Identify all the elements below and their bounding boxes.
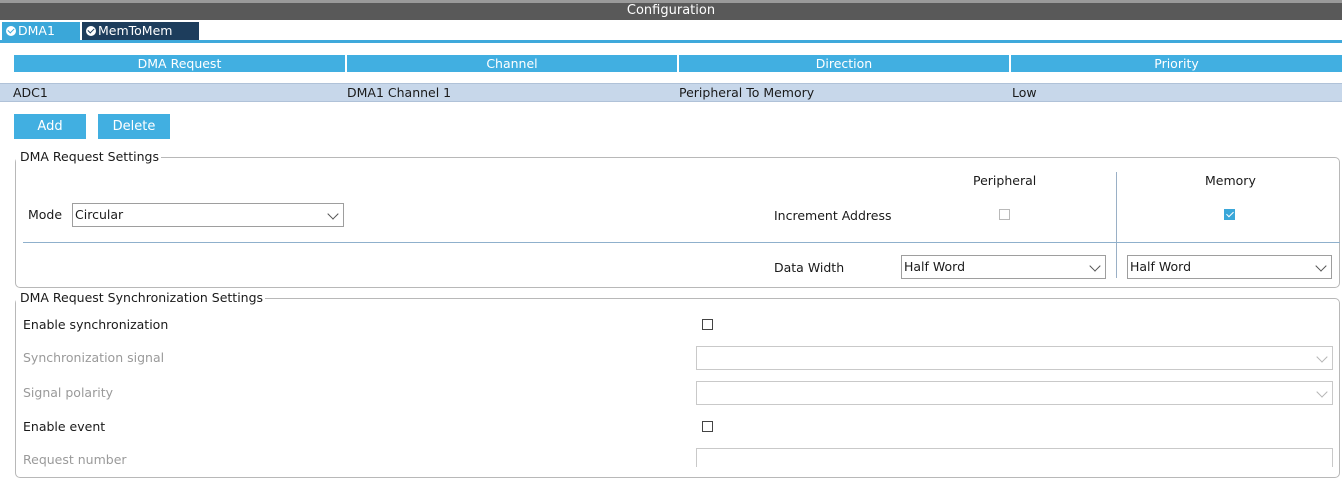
peripheral-data-width-select[interactable]: Half Word <box>901 255 1106 279</box>
enable-event-checkbox[interactable] <box>702 421 713 432</box>
memory-column-label: Memory <box>1205 173 1256 188</box>
check-circle-icon <box>86 26 96 36</box>
chevron-down-icon <box>1315 260 1327 272</box>
signal-polarity-select[interactable] <box>696 381 1333 405</box>
chevron-down-icon <box>327 208 339 220</box>
column-header-channel[interactable]: Channel <box>347 55 677 72</box>
mode-label: Mode <box>28 207 63 222</box>
tab-underline <box>0 40 1342 43</box>
request-settings-legend: DMA Request Settings <box>16 150 161 164</box>
peripheral-column-label: Peripheral <box>973 173 1037 188</box>
sync-settings-legend: DMA Request Synchronization Settings <box>16 291 266 305</box>
column-header-label: Priority <box>1154 56 1199 71</box>
column-header-label: DMA Request <box>137 56 222 71</box>
signal-polarity-label: Signal polarity <box>23 385 113 400</box>
cell-channel: DMA1 Channel 1 <box>347 85 452 100</box>
settings-divider <box>23 242 1340 243</box>
chevron-down-icon <box>1316 386 1328 398</box>
column-header-dma-request[interactable]: DMA Request <box>14 55 345 72</box>
peripheral-data-width-value: Half Word <box>904 259 966 274</box>
memory-increment-checkbox[interactable] <box>1224 209 1235 220</box>
mode-select[interactable]: Circular <box>72 203 344 227</box>
column-header-label: Direction <box>815 56 873 71</box>
peripheral-increment-checkbox[interactable] <box>999 209 1010 220</box>
increment-address-label: Increment Address <box>774 208 892 223</box>
memory-data-width-value: Half Word <box>1130 259 1192 274</box>
sync-signal-select[interactable] <box>696 346 1333 370</box>
data-width-label: Data Width <box>774 260 845 275</box>
request-number-input[interactable] <box>696 448 1333 467</box>
window-title: Configuration <box>626 3 716 18</box>
cell-priority: Low <box>1012 85 1037 100</box>
tab-label: DMA1 <box>18 23 55 38</box>
tab-dma1[interactable]: DMA1 <box>2 22 80 40</box>
request-number-label: Request number <box>23 452 127 467</box>
column-header-direction[interactable]: Direction <box>679 55 1009 72</box>
tab-memtomem[interactable]: MemToMem <box>82 22 199 40</box>
cell-direction: Peripheral To Memory <box>679 85 815 100</box>
column-header-priority[interactable]: Priority <box>1011 55 1342 72</box>
sync-signal-label: Synchronization signal <box>23 350 165 365</box>
delete-button[interactable]: Delete <box>98 114 170 139</box>
cell-dma-request: ADC1 <box>13 85 48 100</box>
enable-sync-label: Enable synchronization <box>23 317 169 332</box>
chevron-down-icon <box>1316 351 1328 363</box>
table-row[interactable] <box>0 83 1342 102</box>
enable-sync-checkbox[interactable] <box>702 319 713 330</box>
check-circle-icon <box>6 26 16 36</box>
enable-event-label: Enable event <box>23 419 106 434</box>
column-header-label: Channel <box>486 56 538 71</box>
chevron-down-icon <box>1089 260 1101 272</box>
column-divider <box>1116 172 1117 278</box>
add-button[interactable]: Add <box>14 114 86 139</box>
mode-value: Circular <box>75 207 124 222</box>
memory-data-width-select[interactable]: Half Word <box>1127 255 1332 279</box>
window-title-bar: Configuration <box>0 0 1342 20</box>
tab-label: MemToMem <box>98 23 173 38</box>
